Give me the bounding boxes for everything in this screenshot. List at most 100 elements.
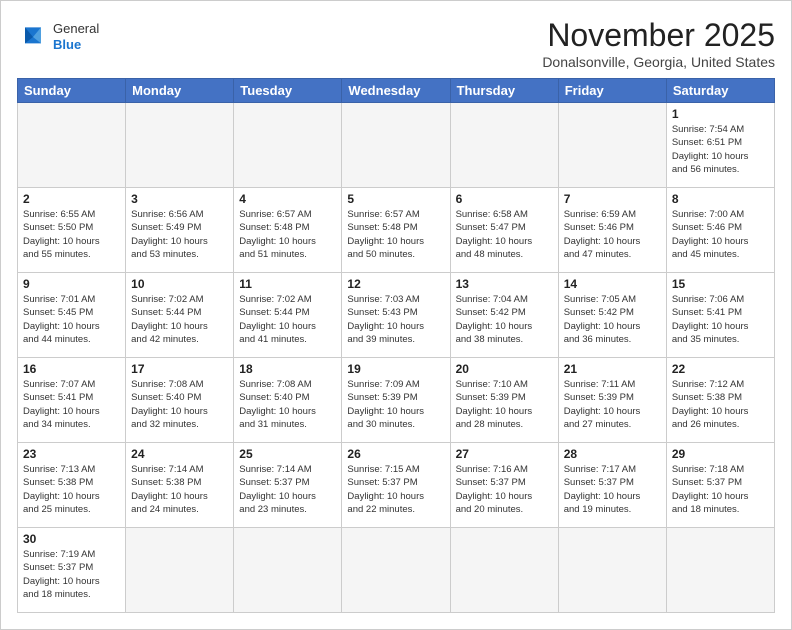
calendar-cell — [666, 528, 774, 613]
day-number: 2 — [23, 192, 120, 206]
day-number: 12 — [347, 277, 444, 291]
calendar-cell: 24Sunrise: 7:14 AMSunset: 5:38 PMDayligh… — [126, 443, 234, 528]
day-info: Sunrise: 7:11 AMSunset: 5:39 PMDaylight:… — [564, 378, 661, 431]
day-number: 7 — [564, 192, 661, 206]
day-number: 10 — [131, 277, 228, 291]
day-info: Sunrise: 7:17 AMSunset: 5:37 PMDaylight:… — [564, 463, 661, 516]
weekday-header-sunday: Sunday — [18, 79, 126, 103]
logo-blue: Blue — [53, 37, 99, 53]
day-info: Sunrise: 7:02 AMSunset: 5:44 PMDaylight:… — [131, 293, 228, 346]
logo-text: General Blue — [53, 21, 99, 52]
day-number: 1 — [672, 107, 769, 121]
day-number: 8 — [672, 192, 769, 206]
calendar-cell — [450, 528, 558, 613]
calendar-cell: 4 Sunrise: 6:57 AMSunset: 5:48 PMDaylight… — [234, 188, 342, 273]
day-number: 20 — [456, 362, 553, 376]
calendar-cell: 16Sunrise: 7:07 AMSunset: 5:41 PMDayligh… — [18, 358, 126, 443]
calendar-cell: 26Sunrise: 7:15 AMSunset: 5:37 PMDayligh… — [342, 443, 450, 528]
calendar-cell — [234, 103, 342, 188]
day-number: 3 — [131, 192, 228, 206]
day-info: Sunrise: 7:14 AMSunset: 5:38 PMDaylight:… — [131, 463, 228, 516]
logo: General Blue — [17, 21, 99, 53]
day-number: 6 — [456, 192, 553, 206]
calendar-cell: 8 Sunrise: 7:00 AMSunset: 5:46 PMDaylight… — [666, 188, 774, 273]
day-info: Sunrise: 7:19 AMSunset: 5:37 PMDaylight:… — [23, 548, 120, 601]
calendar-cell: 14Sunrise: 7:05 AMSunset: 5:42 PMDayligh… — [558, 273, 666, 358]
day-info: Sunrise: 7:12 AMSunset: 5:38 PMDaylight:… — [672, 378, 769, 431]
calendar-cell: 15 Sunrise: 7:06 AMSunset: 5:41 PMDayligh… — [666, 273, 774, 358]
weekday-header-tuesday: Tuesday — [234, 79, 342, 103]
calendar-cell: 13 Sunrise: 7:04 AMSunset: 5:42 PMDayligh… — [450, 273, 558, 358]
day-number: 15 — [672, 277, 769, 291]
week-row-2: 9Sunrise: 7:01 AMSunset: 5:45 PMDaylight… — [18, 273, 775, 358]
day-number: 19 — [347, 362, 444, 376]
calendar-cell: 22Sunrise: 7:12 AMSunset: 5:38 PMDayligh… — [666, 358, 774, 443]
calendar-cell: 23Sunrise: 7:13 AMSunset: 5:38 PMDayligh… — [18, 443, 126, 528]
day-info: Sunrise: 6:59 AMSunset: 5:46 PMDaylight:… — [564, 208, 661, 261]
day-info: Sunrise: 6:57 AMSunset: 5:48 PMDaylight:… — [239, 208, 336, 261]
week-row-1: 2 Sunrise: 6:55 AMSunset: 5:50 PMDaylight… — [18, 188, 775, 273]
day-number: 11 — [239, 277, 336, 291]
calendar-header: General Blue November 2025 Donalsonville… — [17, 17, 775, 70]
month-title: November 2025 — [542, 17, 775, 54]
calendar-cell — [18, 103, 126, 188]
logo-icon — [17, 21, 49, 53]
calendar-cell — [558, 528, 666, 613]
weekday-header-friday: Friday — [558, 79, 666, 103]
weekday-header-wednesday: Wednesday — [342, 79, 450, 103]
logo-general: General — [53, 21, 99, 37]
day-number: 9 — [23, 277, 120, 291]
weekday-header-saturday: Saturday — [666, 79, 774, 103]
calendar-cell: 10 Sunrise: 7:02 AMSunset: 5:44 PMDayligh… — [126, 273, 234, 358]
day-info: Sunrise: 6:58 AMSunset: 5:47 PMDaylight:… — [456, 208, 553, 261]
calendar-cell: 25Sunrise: 7:14 AMSunset: 5:37 PMDayligh… — [234, 443, 342, 528]
day-info: Sunrise: 7:08 AMSunset: 5:40 PMDaylight:… — [239, 378, 336, 431]
calendar-container: General Blue November 2025 Donalsonville… — [0, 0, 792, 630]
calendar-cell — [342, 103, 450, 188]
calendar-cell: 28 Sunrise: 7:17 AMSunset: 5:37 PMDayligh… — [558, 443, 666, 528]
day-info: Sunrise: 7:02 AMSunset: 5:44 PMDaylight:… — [239, 293, 336, 346]
day-info: Sunrise: 7:16 AMSunset: 5:37 PMDaylight:… — [456, 463, 553, 516]
calendar-cell: 3Sunrise: 6:56 AMSunset: 5:49 PMDaylight… — [126, 188, 234, 273]
day-info: Sunrise: 7:08 AMSunset: 5:40 PMDaylight:… — [131, 378, 228, 431]
week-row-5: 30Sunrise: 7:19 AMSunset: 5:37 PMDayligh… — [18, 528, 775, 613]
calendar-cell: 6 Sunrise: 6:58 AMSunset: 5:47 PMDaylight… — [450, 188, 558, 273]
day-info: Sunrise: 6:55 AMSunset: 5:50 PMDaylight:… — [23, 208, 120, 261]
calendar-cell — [126, 528, 234, 613]
day-number: 16 — [23, 362, 120, 376]
calendar-cell: 7 Sunrise: 6:59 AMSunset: 5:46 PMDaylight… — [558, 188, 666, 273]
day-info: Sunrise: 7:18 AMSunset: 5:37 PMDaylight:… — [672, 463, 769, 516]
week-row-3: 16Sunrise: 7:07 AMSunset: 5:41 PMDayligh… — [18, 358, 775, 443]
calendar-cell: 17 Sunrise: 7:08 AMSunset: 5:40 PMDayligh… — [126, 358, 234, 443]
day-number: 13 — [456, 277, 553, 291]
weekday-header-thursday: Thursday — [450, 79, 558, 103]
day-info: Sunrise: 7:04 AMSunset: 5:42 PMDaylight:… — [456, 293, 553, 346]
day-number: 28 — [564, 447, 661, 461]
day-info: Sunrise: 7:10 AMSunset: 5:39 PMDaylight:… — [456, 378, 553, 431]
day-info: Sunrise: 7:05 AMSunset: 5:42 PMDaylight:… — [564, 293, 661, 346]
day-number: 4 — [239, 192, 336, 206]
weekday-header-monday: Monday — [126, 79, 234, 103]
day-number: 27 — [456, 447, 553, 461]
day-info: Sunrise: 7:06 AMSunset: 5:41 PMDaylight:… — [672, 293, 769, 346]
calendar-cell — [342, 528, 450, 613]
day-number: 25 — [239, 447, 336, 461]
week-row-0: 1Sunrise: 7:54 AMSunset: 6:51 PMDaylight… — [18, 103, 775, 188]
calendar-cell: 1Sunrise: 7:54 AMSunset: 6:51 PMDaylight… — [666, 103, 774, 188]
weekday-header-row: SundayMondayTuesdayWednesdayThursdayFrid… — [18, 79, 775, 103]
day-number: 23 — [23, 447, 120, 461]
calendar-cell: 20 Sunrise: 7:10 AMSunset: 5:39 PMDayligh… — [450, 358, 558, 443]
calendar-cell: 11 Sunrise: 7:02 AMSunset: 5:44 PMDayligh… — [234, 273, 342, 358]
location: Donalsonville, Georgia, United States — [542, 54, 775, 70]
calendar-cell: 19 Sunrise: 7:09 AMSunset: 5:39 PMDayligh… — [342, 358, 450, 443]
calendar-cell: 9Sunrise: 7:01 AMSunset: 5:45 PMDaylight… — [18, 273, 126, 358]
calendar-cell: 29Sunrise: 7:18 AMSunset: 5:37 PMDayligh… — [666, 443, 774, 528]
day-info: Sunrise: 6:57 AMSunset: 5:48 PMDaylight:… — [347, 208, 444, 261]
calendar-cell — [558, 103, 666, 188]
calendar-cell: 30Sunrise: 7:19 AMSunset: 5:37 PMDayligh… — [18, 528, 126, 613]
calendar-cell: 2 Sunrise: 6:55 AMSunset: 5:50 PMDaylight… — [18, 188, 126, 273]
day-number: 17 — [131, 362, 228, 376]
day-info: Sunrise: 7:00 AMSunset: 5:46 PMDaylight:… — [672, 208, 769, 261]
day-info: Sunrise: 7:09 AMSunset: 5:39 PMDaylight:… — [347, 378, 444, 431]
calendar-cell — [450, 103, 558, 188]
